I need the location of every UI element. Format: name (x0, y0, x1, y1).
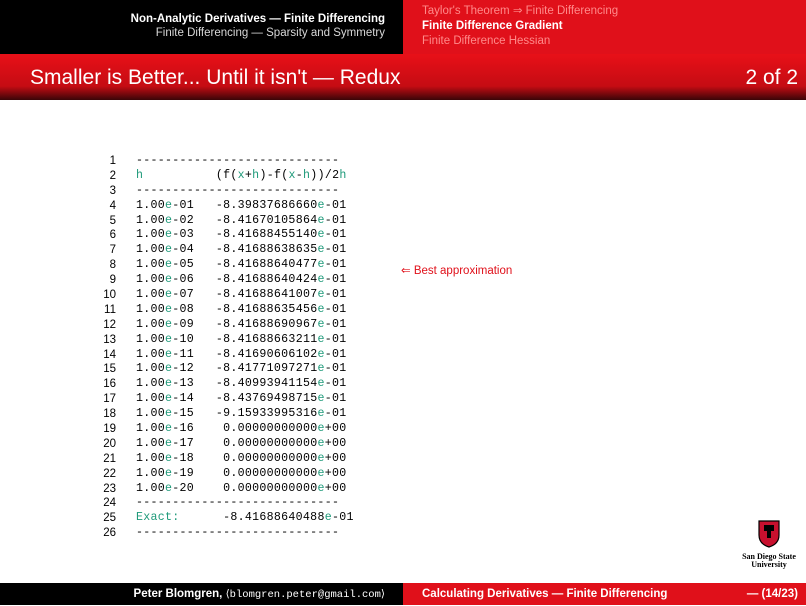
line-number: 1 (109, 155, 116, 167)
footer-page: — (14/23) (746, 588, 798, 600)
line-code: ---------------------------- (136, 154, 340, 167)
line-code: 1.00e-03 -8.41688455140e-01 (136, 228, 347, 242)
line-number: 25 (103, 512, 116, 525)
line-number: 4 (109, 199, 116, 212)
line-number: 22 (103, 467, 116, 480)
line-number: 19 (103, 423, 116, 436)
line-number: 3 (109, 184, 116, 197)
line-code: 1.00e-20 0.00000000000e+00 (136, 481, 347, 495)
line-code: 1.00e-09 -8.41688690967e-01 (136, 317, 347, 331)
line-number: 7 (109, 244, 116, 257)
navigation-header: Non-Analytic Derivatives — Finite Differ… (0, 0, 806, 54)
nav-item-gradient[interactable]: Finite Difference Gradient (422, 19, 806, 34)
line-code: 1.00e-13 -8.40993941154e-01 (136, 377, 347, 391)
line-number: 21 (103, 452, 116, 465)
line-number: 2 (109, 169, 116, 182)
logo-text: San Diego State University (742, 552, 796, 569)
line-code: 1.00e-14 -8.43769498715e-01 (136, 392, 347, 406)
footer-email: ⟨blomgren.peter@gmail.com⟩ (225, 589, 385, 601)
line-code: 1.00e-15 -9.15933995316e-01 (136, 407, 347, 421)
line-code: 1.00e-16 0.00000000000e+00 (136, 422, 347, 436)
footer: Peter Blomgren, ⟨blomgren.peter@gmail.co… (0, 583, 806, 605)
line-code: 1.00e-06 -8.41688640424e-01 (136, 273, 347, 287)
line-code: ---------------------------- (136, 496, 340, 510)
line-code: 1.00e-11 -8.41690606102e-01 (136, 347, 347, 361)
subsection-nav: Taylor's Theorem ⇒ Finite Differencing F… (403, 0, 806, 54)
line-code: 1.00e-04 -8.41688638635e-01 (136, 243, 347, 257)
line-number: 12 (103, 318, 116, 331)
line-code: ---------------------------- (136, 526, 340, 540)
line-number: 16 (103, 378, 116, 391)
line-number: 13 (103, 333, 116, 346)
nav-item-taylor[interactable]: Taylor's Theorem ⇒ Finite Differencing (422, 4, 806, 19)
line-number: 20 (103, 437, 116, 450)
line-code: 1.00e-01 -8.39837686660e-01 (136, 198, 347, 212)
subsection-title[interactable]: Finite Differencing — Sparsity and Symme… (0, 26, 385, 40)
line-number: 14 (103, 348, 116, 361)
line-code: 1.00e-19 0.00000000000e+00 (136, 466, 347, 480)
footer-title: Calculating Derivatives — Finite Differe… (422, 588, 668, 600)
sdsu-shield-icon (758, 520, 780, 548)
line-number: 24 (103, 497, 116, 510)
line-number: 11 (104, 303, 116, 316)
line-number: 23 (103, 482, 116, 495)
footer-author-block: Peter Blomgren, ⟨blomgren.peter@gmail.co… (0, 583, 403, 605)
line-number: 10 (103, 289, 116, 302)
best-approximation-note: ⇐ Best approximation (401, 265, 513, 277)
line-number: 8 (109, 259, 116, 272)
line-number: 17 (103, 393, 116, 406)
line-code: 1.00e-10 -8.41688663211e-01 (136, 332, 347, 346)
section-title[interactable]: Non-Analytic Derivatives — Finite Differ… (0, 12, 385, 26)
line-code: 1.00e-17 0.00000000000e+00 (136, 436, 347, 450)
line-code: 1.00e-08 -8.41688635456e-01 (136, 302, 347, 316)
line-code: 1.00e-07 -8.41688641007e-01 (136, 288, 347, 302)
line-code: Exact: -8.41688640488e-01 (136, 511, 354, 525)
nav-item-hessian[interactable]: Finite Difference Hessian (422, 34, 806, 49)
section-nav: Non-Analytic Derivatives — Finite Differ… (0, 0, 403, 54)
line-code: 1.00e-18 0.00000000000e+00 (136, 451, 347, 465)
line-code: 1.00e-12 -8.41771097271e-01 (136, 362, 347, 376)
line-code: ---------------------------- (136, 183, 340, 197)
frame-page-counter: 2 of 2 (745, 66, 798, 89)
line-code: 1.00e-05 -8.41688640477e-01 (136, 258, 347, 272)
line-code: h (f(x+h)-f(x-h))/2h (136, 168, 347, 182)
line-number: 5 (109, 214, 116, 227)
line-number: 26 (103, 527, 116, 540)
line-number: 9 (109, 274, 116, 287)
line-code: 1.00e-02 -8.41670105864e-01 (136, 213, 347, 227)
footer-author: Peter Blomgren, (133, 588, 223, 600)
frame-title: Smaller is Better... Until it isn't — Re… (30, 66, 401, 89)
footer-title-block: Calculating Derivatives — Finite Differe… (403, 583, 806, 605)
line-number: 18 (103, 408, 116, 421)
line-number: 15 (103, 363, 116, 376)
frame-title-bar: Smaller is Better... Until it isn't — Re… (0, 54, 806, 100)
university-logo: San Diego State University (733, 518, 805, 569)
line-number: 6 (109, 229, 116, 242)
